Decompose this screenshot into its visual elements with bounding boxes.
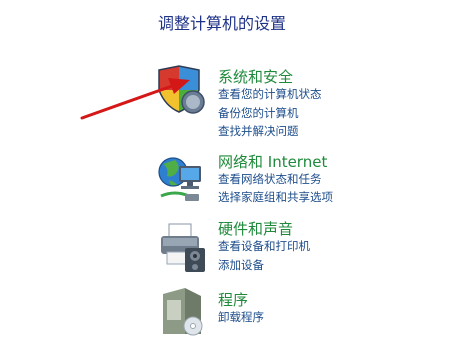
link-homegroup-sharing[interactable]: 选择家庭组和共享选项 <box>218 189 333 205</box>
link-uninstall-program[interactable]: 卸载程序 <box>218 309 264 325</box>
printer-icon[interactable] <box>155 222 207 274</box>
link-backup-computer[interactable]: 备份您的计算机 <box>218 105 299 121</box>
link-view-computer-status[interactable]: 查看您的计算机状态 <box>218 86 322 102</box>
category-title-hardware-sound[interactable]: 硬件和声音 <box>218 218 293 239</box>
category-title-network-internet[interactable]: 网络和 Internet <box>218 151 327 172</box>
link-devices-printers[interactable]: 查看设备和打印机 <box>218 238 310 254</box>
programs-box-icon[interactable] <box>155 286 207 338</box>
shield-icon[interactable] <box>155 64 207 116</box>
page-title: 调整计算机的设置 <box>158 14 287 33</box>
category-title-programs[interactable]: 程序 <box>218 289 248 310</box>
network-globe-icon[interactable] <box>155 152 207 204</box>
link-troubleshoot[interactable]: 查找并解决问题 <box>218 123 299 139</box>
link-view-network-status[interactable]: 查看网络状态和任务 <box>218 171 322 187</box>
category-title-system-security[interactable]: 系统和安全 <box>218 66 293 87</box>
link-add-device[interactable]: 添加设备 <box>218 257 264 273</box>
